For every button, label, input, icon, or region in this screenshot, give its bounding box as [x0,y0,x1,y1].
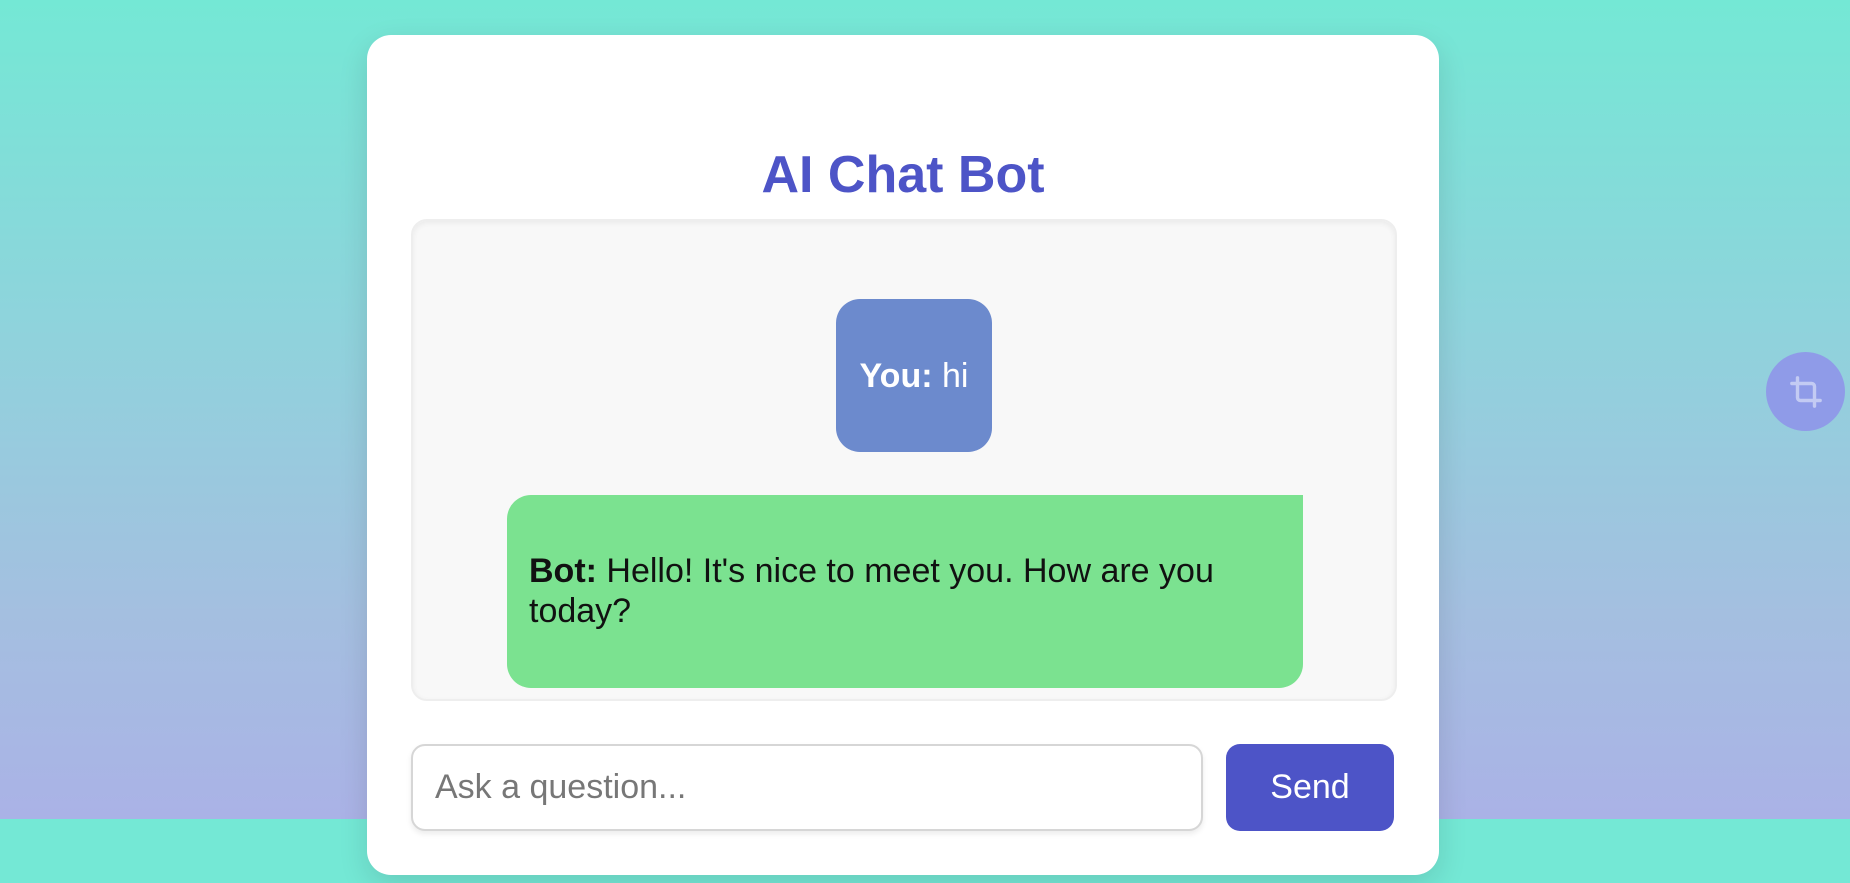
send-button[interactable]: Send [1226,744,1394,831]
user-message: You: hi [836,299,992,452]
chat-box[interactable]: You: hi Bot: Hello! It's nice to meet yo… [411,219,1397,701]
question-input[interactable] [411,744,1203,831]
bot-message-text: Hello! It's nice to meet you. How are yo… [529,552,1214,630]
page-title: AI Chat Bot [761,146,1045,204]
chat-card: AI Chat Bot You: hi Bot: Hello! It's nic… [367,35,1439,875]
bot-sender-label: Bot: [529,552,597,590]
crop-icon [1789,375,1822,408]
bot-message: Bot: Hello! It's nice to meet you. How a… [507,495,1303,688]
crop-button[interactable] [1766,352,1845,431]
user-message-text: hi [932,356,969,395]
user-sender-label: You: [859,356,933,395]
